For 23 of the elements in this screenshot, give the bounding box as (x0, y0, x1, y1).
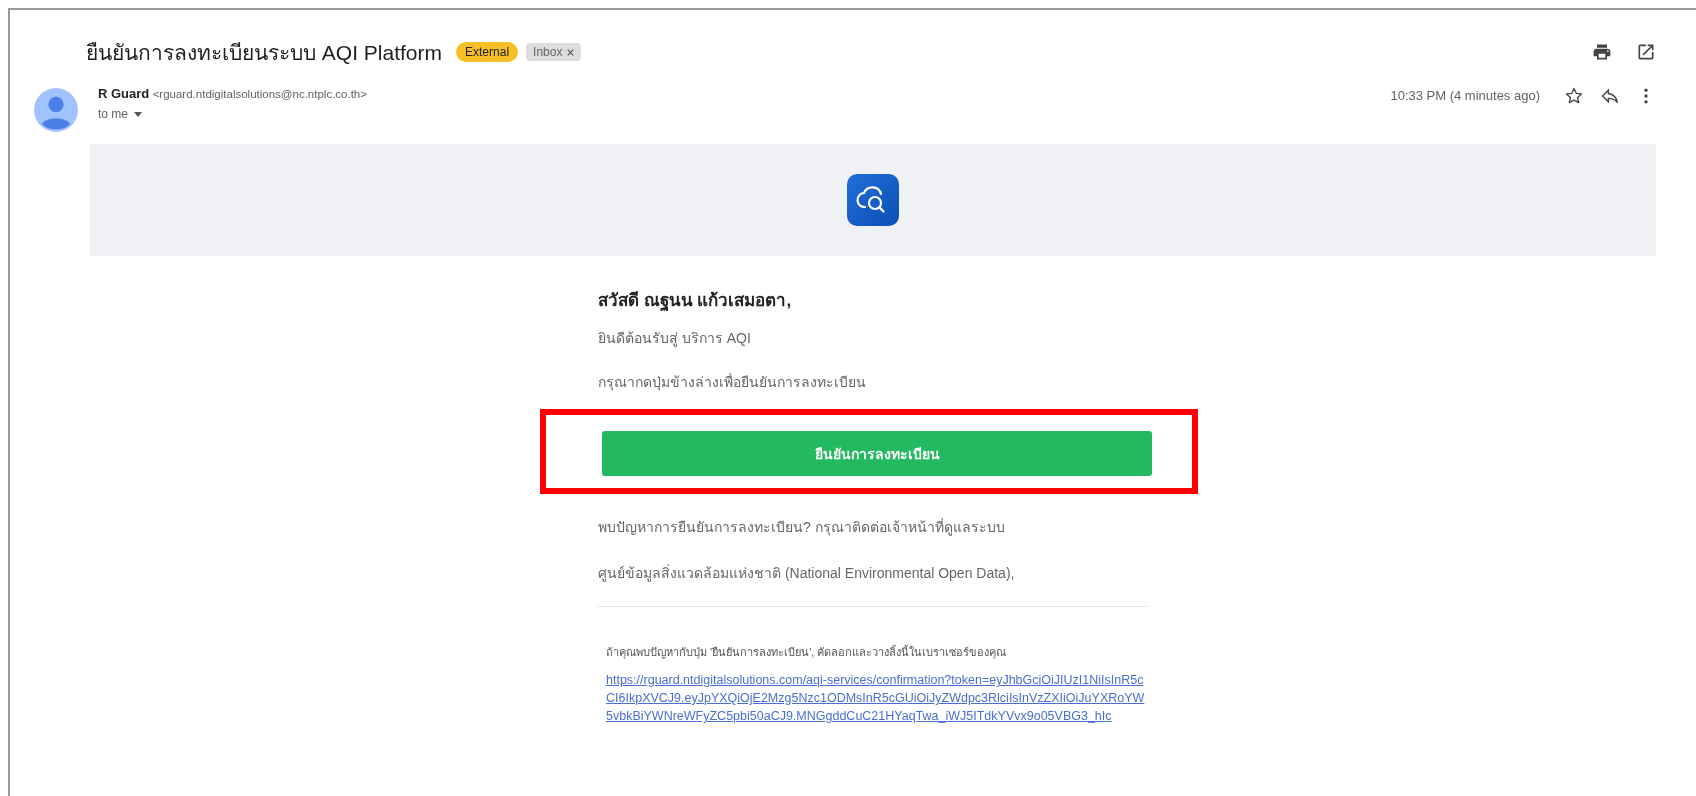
label-tag[interactable]: External (456, 42, 519, 62)
caret-icon (134, 112, 142, 118)
close-icon[interactable] (567, 49, 575, 56)
star-icon[interactable] (1564, 86, 1584, 106)
sender-name: R Guard (98, 86, 150, 101)
recipient-dropdown[interactable]: to me (98, 107, 142, 121)
confirm-registration-button[interactable]: ยืนยันการลงทะเบียน (602, 431, 1152, 476)
sender-email: <rguard.ntdigitalsolutions@nc.ntplc.co.th> (152, 88, 367, 100)
fallback-note: ถ้าคุณพบปัญหากับปุ่ม 'ยืนยันการลงทะเบียน', คัดลอกและวางลิ้งนี้ในเบราเซอร์ของคุณ (606, 644, 1008, 661)
timestamp: 10:33 PM (4 minutes ago) (1390, 88, 1540, 103)
organization-text: ศูนย์ข้อมูลสิ่งแวดล้อมแห่งชาติ (National Environmental Open Data), (598, 563, 1016, 584)
open-in-new-window-icon[interactable] (1636, 42, 1656, 62)
confirmation-link[interactable]: https://rguard.ntdigitalsolutions.com/aqi-services/confirmation?token=eyJhbGciOiJIUzI1NiIsInR5cCI6IkpXVCJ9.eyJpYXQiOjE2Mzg5Nzc1ODMsInR5cGUiOiJyZWdpc3RlciIsInVzZXIiOiJuYXRoYW5vbkBiYWNreWFyZC5pbi50aCJ9.MNGgddCuC21HYaqTwa_iWJ5ITdkYVvx9o05VBG3_hIc (606, 671, 1151, 725)
avatar-icon (34, 88, 78, 132)
welcome-text: ยินดีต้อนรับสู่ บริการ AQI (598, 329, 752, 349)
print-icon[interactable] (1592, 42, 1612, 62)
greeting-text: สวัสดี ณฐนน แก้วเสมอตา, (598, 290, 793, 313)
instruction-text: กรุณากดปุ่มข้างล่างเพื่อยืนยันการลงทะเบียน (598, 372, 867, 393)
label-tag[interactable]: Inbox (526, 43, 582, 61)
help-text: พบปัญหาการยืนยันการลงทะเบียน? กรุณาติดต่อเจ้าหน้าที่ดูแลระบบ (598, 517, 1006, 538)
email-subject: ยืนยันการลงทะเบียนระบบ AQI Platform (86, 39, 443, 66)
cloud-search-logo-icon (847, 174, 899, 226)
reply-icon[interactable] (1600, 86, 1620, 106)
